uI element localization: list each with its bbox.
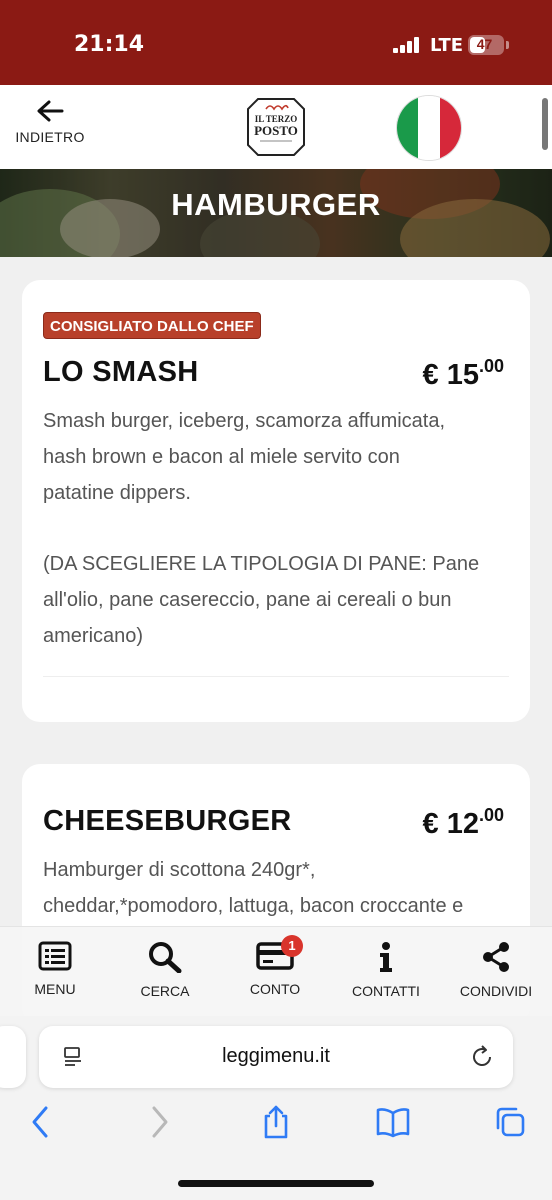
item-description: Smash burger, iceberg, scamorza affumica… xyxy=(43,410,446,504)
back-arrow-icon xyxy=(37,100,64,122)
forward-icon[interactable] xyxy=(148,1104,172,1140)
italian-flag-icon[interactable] xyxy=(396,95,462,161)
address-bar[interactable]: leggimenu.it xyxy=(39,1026,513,1088)
back-icon[interactable] xyxy=(28,1104,52,1140)
menu-label: MENU xyxy=(34,981,76,997)
reload-icon[interactable] xyxy=(469,1044,495,1070)
status-time: 21:14 xyxy=(74,32,145,57)
url-text: leggimenu.it xyxy=(222,1045,330,1067)
item-name: CHEESEBURGER xyxy=(43,805,292,837)
notification-badge: 1 xyxy=(281,935,303,957)
menu-button[interactable]: MENU xyxy=(5,941,105,997)
bottom-toolbar: MENU CERCA 1 CONTO CONTATTI CONDIVIDI xyxy=(0,926,552,1016)
item-price: € 12.00 xyxy=(422,805,504,840)
restaurant-logo[interactable]: IL TERZO POSTO xyxy=(246,93,306,161)
search-icon xyxy=(149,942,182,973)
share-label: CONDIVIDI xyxy=(459,983,533,999)
search-button[interactable]: CERCA xyxy=(115,941,215,999)
back-label: INDIETRO xyxy=(15,129,85,145)
battery-level: 47 xyxy=(476,36,493,52)
bill-label: CONTO xyxy=(249,981,301,997)
search-label: CERCA xyxy=(140,983,190,999)
contacts-label: CONTATTI xyxy=(352,983,420,999)
bill-button[interactable]: 1 CONTO xyxy=(225,935,325,997)
share-nodes-icon xyxy=(483,942,509,972)
menu-item-card[interactable]: CONSIGLIATO DALLO CHEF LO SMASH € 15.00 … xyxy=(22,280,530,722)
tabs-icon[interactable] xyxy=(494,1104,528,1140)
share-icon[interactable] xyxy=(260,1104,292,1140)
chef-recommended-badge: CONSIGLIATO DALLO CHEF xyxy=(43,312,261,339)
category-title: HAMBURGER xyxy=(171,187,381,222)
network-type: LTE xyxy=(430,35,464,56)
home-indicator xyxy=(178,1180,374,1187)
contacts-button[interactable]: CONTATTI xyxy=(336,941,436,999)
divider xyxy=(43,676,509,677)
list-icon xyxy=(38,941,72,971)
battery-icon: 47 xyxy=(468,35,504,55)
info-icon xyxy=(380,942,392,972)
item-name: LO SMASH xyxy=(43,356,199,388)
share-button[interactable]: CONDIVIDI xyxy=(446,941,546,999)
item-price: € 15.00 xyxy=(422,356,504,391)
status-bar: 21:14 LTE 47 xyxy=(0,0,552,85)
signal-icon xyxy=(393,37,419,53)
svg-text:POSTO: POSTO xyxy=(254,123,298,138)
scroll-indicator xyxy=(542,98,548,150)
back-button[interactable]: INDIETRO xyxy=(10,99,90,159)
category-banner: HAMBURGER xyxy=(0,169,552,257)
item-note: (DA SCEGLIERE LA TIPOLOGIA DI PANE: Pane… xyxy=(43,553,480,647)
app-header: INDIETRO IL TERZO POSTO xyxy=(0,85,552,169)
previous-tab[interactable] xyxy=(0,1026,26,1088)
browser-bar: leggimenu.it xyxy=(0,1016,552,1200)
bookmarks-icon[interactable] xyxy=(375,1104,411,1140)
item-description: Hamburger di scottona 240gr*, cheddar,*p… xyxy=(43,859,464,917)
